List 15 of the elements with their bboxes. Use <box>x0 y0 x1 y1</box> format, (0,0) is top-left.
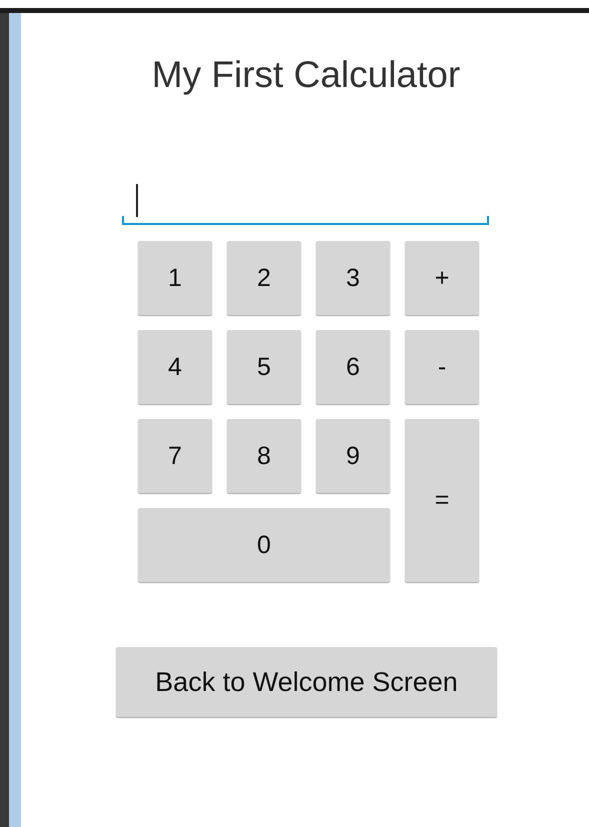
key-button[interactable]: 6 <box>316 330 390 404</box>
key-button[interactable]: 7 <box>138 419 212 493</box>
key-button[interactable]: 4 <box>138 330 212 404</box>
key-button[interactable]: = <box>405 419 479 582</box>
key-button[interactable]: 5 <box>227 330 301 404</box>
key-button[interactable]: 3 <box>316 241 390 315</box>
key-button[interactable]: 2 <box>227 241 301 315</box>
key-button[interactable]: 0 <box>138 508 390 582</box>
key-button[interactable]: 8 <box>227 419 301 493</box>
key-button[interactable]: 1 <box>138 241 212 315</box>
key-button[interactable]: 9 <box>316 419 390 493</box>
key-button[interactable]: - <box>405 330 479 404</box>
app-title: My First Calculator <box>150 53 462 97</box>
key-button[interactable]: + <box>405 241 479 315</box>
back-button[interactable]: Back to Welcome Screen <box>116 647 497 717</box>
